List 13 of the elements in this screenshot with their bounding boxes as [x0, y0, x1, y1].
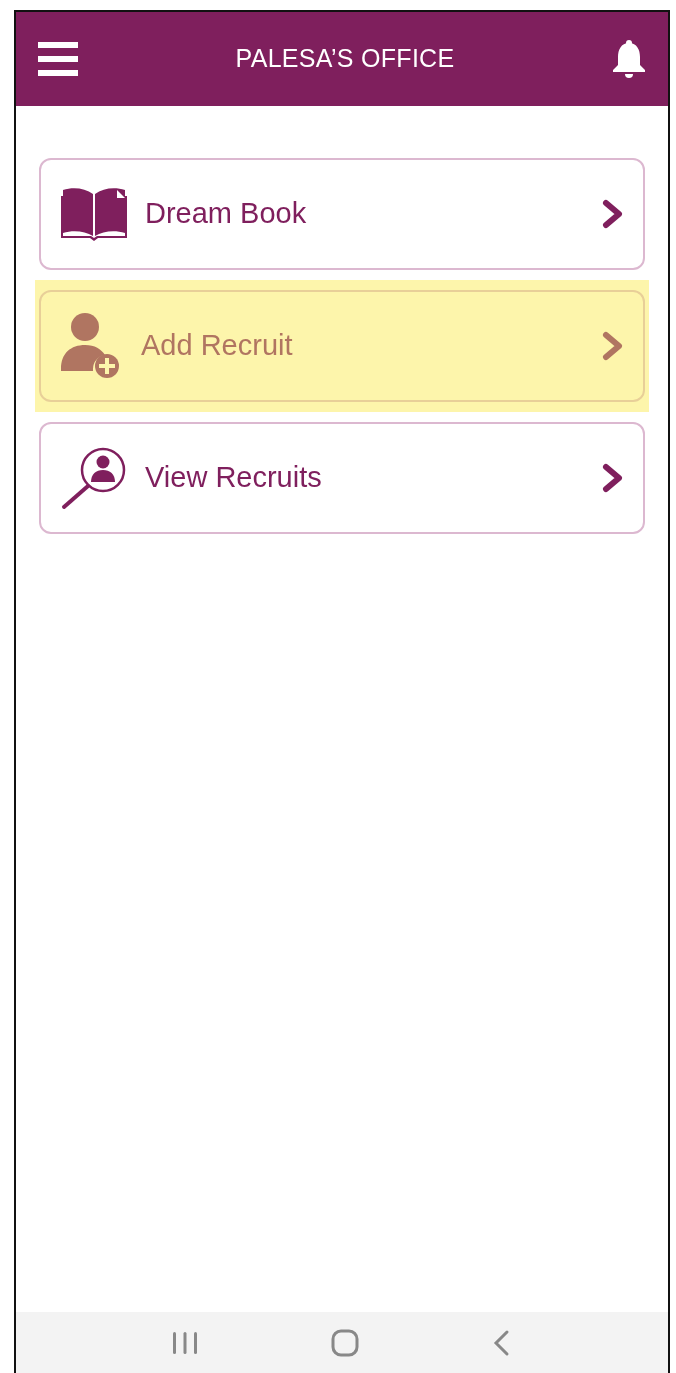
chevron-right-icon: [601, 198, 625, 230]
recent-apps-icon: [172, 1330, 199, 1355]
menu-item[interactable]: Dream Book: [39, 158, 645, 270]
app-title: PALESA’S OFFICE: [235, 43, 455, 75]
chevron-right-icon: [601, 330, 625, 362]
book-icon: [61, 186, 127, 242]
chevron-right-icon: [601, 462, 625, 494]
menu-icon: [38, 42, 78, 76]
search-person-icon: [61, 446, 127, 510]
bell-icon[interactable]: [612, 39, 646, 79]
menu-button[interactable]: [38, 42, 78, 76]
menu-item[interactable]: View Recruits: [39, 422, 645, 534]
home-icon: [331, 1328, 359, 1357]
